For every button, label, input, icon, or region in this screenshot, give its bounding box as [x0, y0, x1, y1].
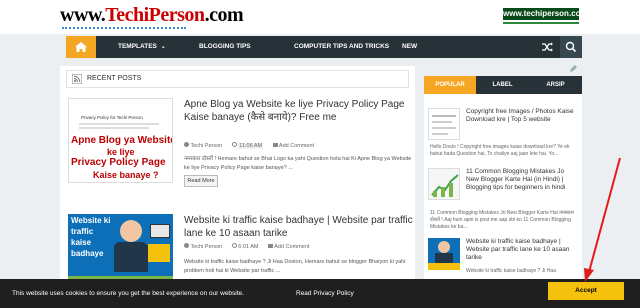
nav-item-blogging-tips[interactable]: BLOGGING TIPS	[199, 36, 251, 58]
clock-icon	[231, 142, 237, 147]
post-time: 11:06 AM	[238, 143, 264, 149]
read-more-button[interactable]: Read More	[184, 175, 218, 187]
thumb-overlay-text: Website ki	[71, 216, 111, 225]
thumb-overlay-text: Kaise banaye ?	[93, 170, 159, 180]
edit-icon[interactable]	[569, 64, 578, 73]
thumb-overlay-text: Apne Blog ya Website	[71, 135, 173, 146]
thumb-line	[79, 127, 149, 129]
page: www.TechiPerson.com www.techiperson.com …	[0, 0, 640, 308]
main-nav: TEMPLATES ⌄ BLOGGING TIPS COMPUTER TIPS …	[66, 36, 582, 58]
post-meta: Techi Person 11:06 AM Add Comment	[184, 142, 314, 150]
popular-post-item: Website ki traffic kaise badhaye | Websi…	[428, 238, 578, 278]
clock-icon	[231, 243, 237, 248]
logo-brand-b: Person	[148, 4, 205, 26]
search-icon	[565, 41, 577, 53]
thumb-overlay-text: traffic	[71, 227, 94, 236]
popular-post-thumbnail[interactable]	[428, 168, 460, 200]
post-title[interactable]: Website ki traffic kaise badhaye | Websi…	[184, 214, 414, 240]
thumb-line	[432, 133, 448, 135]
post-author[interactable]: Techi Person	[190, 143, 222, 149]
chart-thumb-icon	[431, 174, 459, 197]
accept-cookies-button[interactable]: Accept	[548, 282, 624, 300]
logo-underline	[62, 26, 186, 29]
header-badge: www.techiperson.com	[503, 8, 588, 20]
popular-post-title[interactable]: Website ki traffic kaise badhaye | Websi…	[466, 238, 578, 262]
cookie-consent-bar: This website uses cookies to ensure you …	[0, 279, 640, 308]
thumb-line	[432, 121, 452, 123]
post-comments[interactable]: Add Comment	[279, 143, 314, 149]
thumb-line	[432, 115, 456, 117]
person-illustration-body	[435, 253, 453, 263]
nav-item-label: TEMPLATES	[118, 43, 157, 50]
post-time: 6:01 AM	[238, 244, 259, 250]
post-comments[interactable]: Add Comment	[274, 244, 309, 250]
section-title: RECENT POSTS	[87, 75, 142, 82]
popular-post-item: 11 Common Blogging Mistakes Jo New Blogg…	[428, 168, 578, 236]
privacy-policy-link[interactable]: Read Privacy Policy	[296, 279, 354, 308]
post-author[interactable]: Techi Person	[190, 244, 222, 250]
comment-icon	[272, 143, 278, 147]
post-thumbnail[interactable]: Privacy Policy for Techi Person Apne Blo…	[68, 98, 173, 183]
person-illustration	[120, 220, 142, 242]
search-button[interactable]	[560, 36, 582, 58]
tab-arsip[interactable]: ARSIP	[529, 76, 582, 94]
post-title[interactable]: Apne Blog ya Website ke liye Privacy Pol…	[184, 98, 414, 124]
comment-icon	[268, 244, 274, 248]
popular-post-title[interactable]: Copyright free Images / Photos Kaise Dow…	[466, 108, 578, 124]
random-post-button[interactable]	[536, 36, 558, 58]
chevron-down-icon: ⌄	[160, 44, 166, 50]
person-illustration	[438, 241, 450, 253]
sidebar-tabs: POPULAR LABEL ARSIP	[424, 76, 582, 94]
popular-post-title[interactable]: 11 Common Blogging Mistakes Jo New Blogg…	[466, 168, 578, 192]
thumb-line	[432, 127, 456, 129]
post-card: Privacy Policy for Techi Person Apne Blo…	[68, 98, 413, 190]
thumb-caption: Privacy Policy for Techi Person	[81, 115, 143, 120]
tab-popular[interactable]: POPULAR	[424, 76, 476, 94]
nav-item-computer-tips[interactable]: COMPUTER TIPS AND TRICKS	[294, 36, 389, 58]
site-header: www.TechiPerson.com www.techiperson.com	[0, 0, 640, 34]
user-icon	[184, 243, 189, 248]
tab-label[interactable]: LABEL	[476, 76, 529, 94]
user-icon	[184, 142, 189, 147]
popular-post-desc: 11 Common Blogging Mistakes Jo New Blogg…	[430, 210, 575, 230]
monitor-illustration	[150, 224, 170, 238]
nav-item-new[interactable]: NEW	[402, 36, 417, 58]
popular-post-desc: Hello Dosto ! Copyright free images kais…	[430, 144, 570, 157]
chart-illustration	[148, 244, 170, 262]
cookie-message: This website uses cookies to ensure you …	[12, 290, 244, 297]
popular-post-thumbnail[interactable]	[428, 238, 460, 270]
nav-home-button[interactable]	[66, 36, 96, 58]
home-icon	[75, 42, 87, 52]
sidebar: POPULAR LABEL ARSIP Copyright free Image…	[424, 76, 582, 308]
thumb-overlay-text: badhaye	[71, 249, 104, 258]
nav-item-templates[interactable]: TEMPLATES ⌄	[118, 36, 166, 58]
recent-posts-header: RECENT POSTS	[66, 70, 409, 88]
thumb-overlay-text: Privacy Policy Page	[71, 157, 166, 168]
shuffle-icon	[542, 42, 553, 52]
person-illustration-body	[114, 242, 148, 272]
thumb-overlay-text: kaise	[71, 238, 92, 247]
post-excerpt: नमस्कार दोस्तों ! Hemare bahut se Bhai L…	[184, 156, 412, 171]
logo-brand-a: Techi	[105, 4, 149, 26]
popular-post-thumbnail[interactable]	[428, 108, 460, 140]
main-content: RECENT POSTS Privacy Policy for Techi Pe…	[60, 66, 415, 308]
rss-icon	[72, 74, 82, 84]
logo-prefix: www.	[60, 4, 106, 26]
post-excerpt: Website ki traffic kaise badhaye ? Ji Ha…	[184, 259, 406, 274]
site-logo[interactable]: www.TechiPerson.com	[60, 4, 244, 27]
thumb-line	[79, 123, 159, 125]
header-badge-line	[503, 22, 579, 24]
thumb-strip	[428, 263, 460, 270]
post-meta: Techi Person 6:01 AM Add Comment	[184, 243, 309, 251]
popular-post-desc: Website ki traffic kaise badhaye ? Ji Ha…	[466, 268, 556, 274]
thumb-overlay-text: ke liye	[107, 147, 135, 157]
popular-post-item: Copyright free Images / Photos Kaise Dow…	[428, 108, 578, 168]
logo-suffix: .com	[204, 4, 244, 26]
